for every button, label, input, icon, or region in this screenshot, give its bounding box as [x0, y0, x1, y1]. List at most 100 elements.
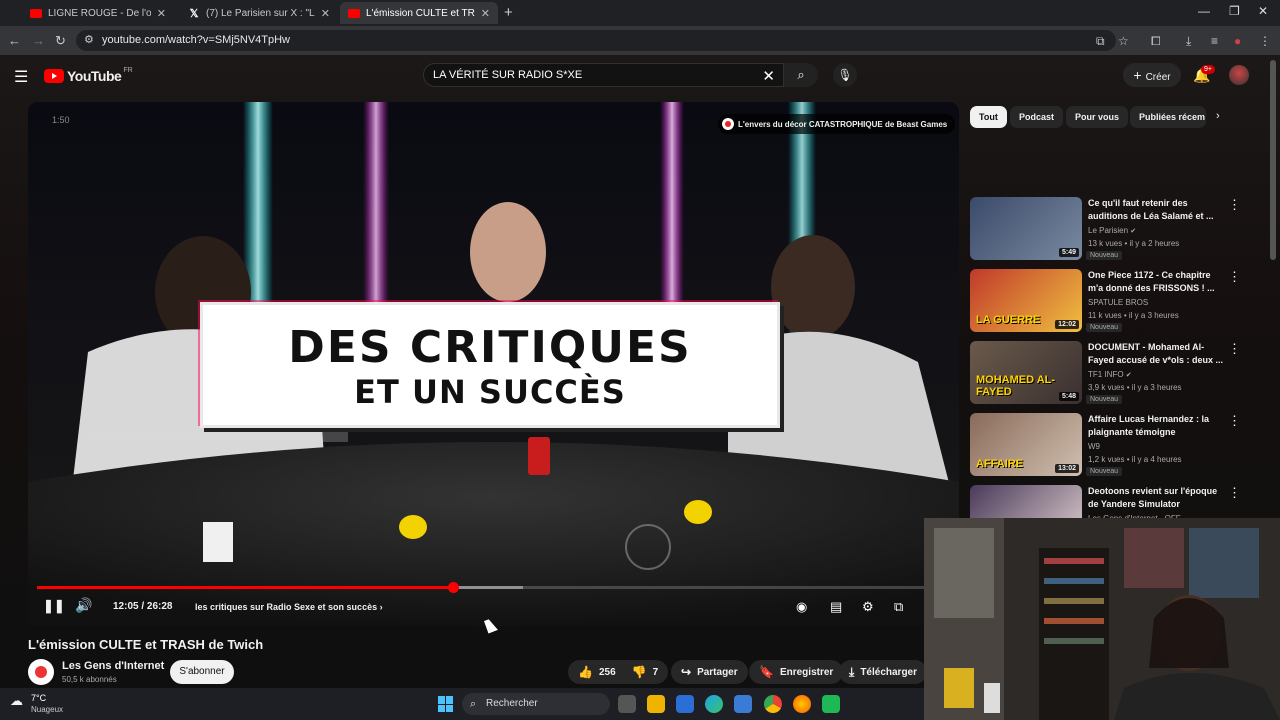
chip-tout[interactable]: Tout — [970, 106, 1007, 128]
file-explorer-icon[interactable] — [647, 695, 665, 713]
download-button[interactable]: ⤓ Télécharger — [839, 660, 928, 684]
recommendation-channel[interactable]: W9 — [1088, 442, 1100, 451]
recommendation-channel[interactable]: Le Parisien ✔ — [1088, 226, 1136, 235]
task-view-icon[interactable] — [618, 695, 636, 713]
search-button[interactable]: ⌕ — [784, 63, 818, 87]
restore-icon[interactable]: ❐ — [1229, 4, 1240, 18]
share-button[interactable]: ↪ Partager — [671, 660, 748, 684]
recommendation-channel[interactable]: SPATULE BROS — [1088, 298, 1148, 307]
browser-tab-1[interactable]: 𝕏 (7) Le Parisien sur X : "Léa Salam ✕ — [180, 2, 338, 24]
youtube-play-icon — [44, 69, 64, 83]
create-button[interactable]: + Créer — [1123, 63, 1181, 87]
firefox-browser-icon[interactable] — [793, 695, 811, 713]
forward-icon[interactable]: → — [32, 33, 45, 48]
chip-publiees-recemment[interactable]: Publiées récem — [1130, 106, 1206, 128]
channel-name[interactable]: Les Gens d'Internet — [62, 660, 164, 672]
video-title-card: DES CRITIQUES ET UN SUCCÈS — [200, 302, 780, 428]
volume-icon[interactable]: 🔊 — [75, 597, 92, 614]
site-info-icon[interactable]: ⚙ — [84, 33, 94, 46]
more-options-icon[interactable]: ⋮ — [1228, 197, 1241, 213]
chevron-right-icon[interactable]: › — [1216, 110, 1220, 122]
recommendation-title[interactable]: Affaire Lucas Hernandez : la plaignante … — [1088, 413, 1228, 439]
youtube-favicon-icon — [30, 8, 42, 18]
profile-icon[interactable]: ● — [1234, 34, 1241, 48]
progress-bar[interactable] — [37, 582, 950, 593]
recommendation-channel[interactable]: TF1 INFO ✔ — [1088, 370, 1132, 379]
pause-icon[interactable]: ❚❚ — [43, 598, 65, 614]
chrome-browser-icon[interactable] — [764, 695, 782, 713]
recommendation-title[interactable]: Ce qu'il faut retenir des auditions de L… — [1088, 197, 1228, 223]
media-control-icon[interactable]: ≡ — [1211, 34, 1218, 48]
weather-temperature: 7°C — [31, 693, 47, 703]
video-thumbnail[interactable]: MOHAMED AL-FAYED 5:48 — [970, 341, 1082, 404]
url-bar[interactable]: ⚙ youtube.com/watch?v=SMj5NV4TpHw — [76, 30, 1116, 51]
video-thumbnail[interactable]: 5:49 — [970, 197, 1082, 260]
recommendation-title[interactable]: One Piece 1172 - Ce chapitre m'a donné d… — [1088, 269, 1228, 295]
install-app-icon[interactable]: ⧉ — [1096, 34, 1105, 49]
window-close-icon[interactable]: ✕ — [1258, 4, 1268, 18]
minimize-icon[interactable]: — — [1198, 4, 1210, 18]
recommendation-title[interactable]: DOCUMENT - Mohamed Al-Fayed accusé de v*… — [1088, 341, 1228, 367]
video-player[interactable]: 1:50 L'envers du décor CATASTROPHIQUE de… — [28, 102, 959, 626]
miniplayer-icon[interactable]: ⧉ — [894, 599, 903, 615]
extensions-icon[interactable]: ⧠ — [1151, 34, 1161, 49]
dislike-count: 7 — [652, 666, 659, 678]
new-badge: Nouveau — [1086, 467, 1123, 476]
hamburger-menu-icon[interactable]: ☰ — [14, 67, 28, 87]
youtube-logo[interactable]: YouTube FR — [44, 66, 133, 84]
bookmark-star-icon[interactable]: ☆ — [1118, 34, 1129, 48]
clear-search-icon[interactable]: ✕ — [762, 67, 775, 85]
browser-tab-0[interactable]: LIGNE ROUGE - De l'ombre à la ✕ — [22, 2, 174, 24]
back-icon[interactable]: ← — [8, 33, 21, 48]
more-options-icon[interactable]: ⋮ — [1228, 269, 1241, 285]
recommendation-item[interactable]: AFFAIRE 13:02 Affaire Lucas Hernandez : la… — [970, 413, 1250, 479]
card-channel-icon — [722, 118, 734, 130]
video-thumbnail[interactable]: LA GUERRE 12:02 — [970, 269, 1082, 332]
recommendation-item[interactable]: MOHAMED AL-FAYED 5:48 DOCUMENT - Mohamed A… — [970, 341, 1250, 407]
app-icon[interactable] — [822, 695, 840, 713]
close-tab-icon[interactable]: ✕ — [321, 7, 330, 20]
settings-gear-icon[interactable]: ⚙ — [862, 599, 874, 615]
reload-icon[interactable]: ↻ — [55, 33, 66, 49]
recommendation-meta: 1,2 k vues • il y a 4 heures — [1088, 455, 1182, 464]
tab-title: L'émission CULTE et TRASH — [366, 7, 475, 19]
search-input[interactable]: LA VÉRITÉ SUR RADIO S*XE ✕ — [423, 63, 784, 87]
chip-podcast[interactable]: Podcast — [1010, 106, 1064, 128]
cloud-weather-icon[interactable]: ☁ — [10, 693, 23, 709]
scrollbar[interactable] — [1270, 60, 1276, 260]
subtitles-icon[interactable]: ▤ — [830, 599, 842, 615]
windows-start-icon[interactable] — [438, 696, 454, 712]
recommended-card[interactable]: L'envers du décor CATASTROPHIQUE de Beas… — [718, 114, 956, 134]
recommendation-item[interactable]: LA GUERRE 12:02 One Piece 1172 - Ce chapit… — [970, 269, 1250, 335]
search-icon: ⌕ — [470, 698, 477, 710]
thumbs-down-icon[interactable]: 👎 — [632, 665, 647, 679]
browser-tab-2[interactable]: L'émission CULTE et TRASH ✕ — [340, 2, 498, 24]
user-avatar[interactable] — [1229, 65, 1249, 85]
download-icon[interactable]: ⤓ — [1186, 34, 1191, 49]
new-tab-icon[interactable]: + — [504, 4, 513, 21]
region-code: FR — [123, 66, 133, 74]
recommendation-item[interactable]: 5:49 Ce qu'il faut retenir des auditions … — [970, 197, 1250, 263]
taskbar-search[interactable]: ⌕ Rechercher — [462, 693, 610, 715]
video-thumbnail[interactable]: AFFAIRE 13:02 — [970, 413, 1082, 476]
save-button[interactable]: 🔖 Enregistrer — [749, 660, 844, 684]
voice-search-button[interactable]: 🎙 — [833, 63, 857, 87]
close-tab-icon[interactable]: ✕ — [481, 7, 490, 20]
browser-menu-icon[interactable]: ⋮ — [1259, 34, 1271, 48]
edge-browser-icon[interactable] — [705, 695, 723, 713]
like-count[interactable]: 256 — [599, 667, 616, 678]
channel-name: Le Parisien — [1088, 226, 1129, 235]
close-tab-icon[interactable]: ✕ — [157, 7, 166, 20]
calendar-app-icon[interactable] — [676, 695, 694, 713]
chip-pour-vous[interactable]: Pour vous — [1066, 106, 1129, 128]
microsoft-store-icon[interactable] — [734, 695, 752, 713]
thumbs-up-icon[interactable]: 👍 — [578, 665, 593, 679]
recommendation-title[interactable]: Deotoons revient sur l'époque de Yandere… — [1088, 485, 1228, 511]
chapter-button[interactable]: les critiques sur Radio Sexe et son succ… — [195, 602, 383, 612]
subscribe-button[interactable]: S'abonner — [170, 660, 234, 684]
more-options-icon[interactable]: ⋮ — [1228, 413, 1241, 429]
more-options-icon[interactable]: ⋮ — [1228, 341, 1241, 357]
channel-avatar[interactable] — [28, 659, 54, 685]
autoplay-toggle-icon[interactable]: ◉ — [796, 599, 807, 615]
more-options-icon[interactable]: ⋮ — [1228, 485, 1241, 501]
